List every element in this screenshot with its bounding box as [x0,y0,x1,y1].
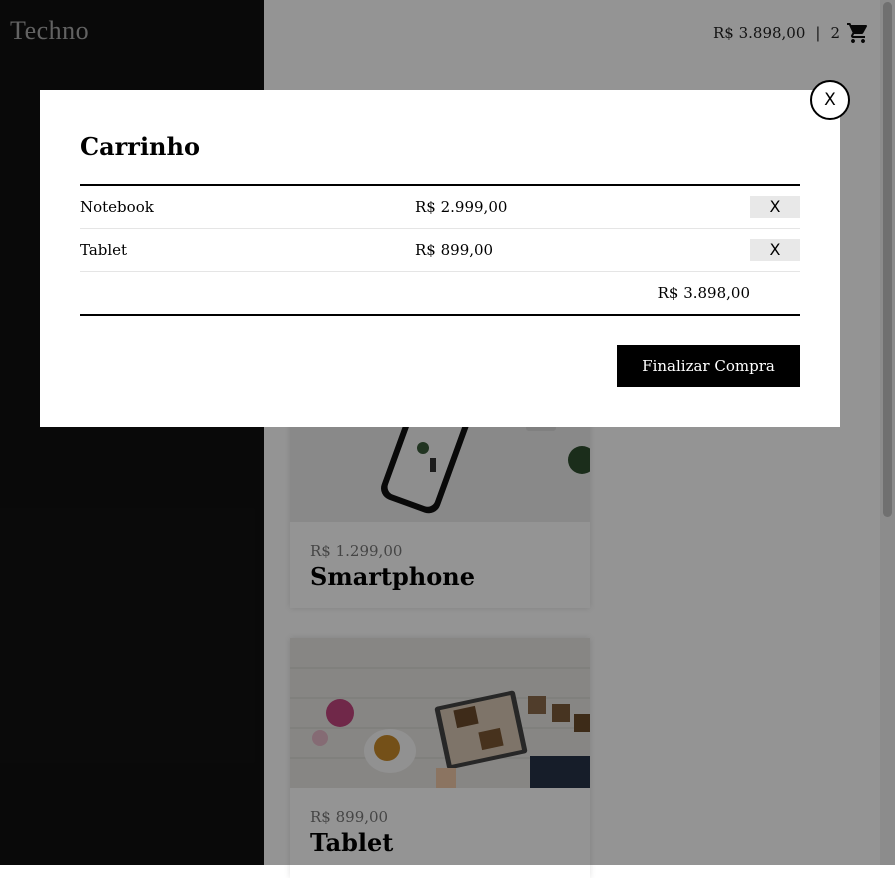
remove-item-button[interactable]: X [750,239,800,261]
cart-item-row: Tablet R$ 899,00 X [80,229,800,272]
cart-item-row: Notebook R$ 2.999,00 X [80,186,800,229]
cart-modal: Carrinho Notebook R$ 2.999,00 X Tablet R… [40,90,840,427]
modal-title: Carrinho [80,132,200,161]
cart-item-name: Tablet [80,241,128,259]
cart-total-value: R$ 3.898,00 [657,284,750,302]
cart-item-name: Notebook [80,198,154,216]
cart-total-row: R$ 3.898,00 [80,272,800,314]
cart-item-price: R$ 2.999,00 [415,198,508,216]
remove-item-button[interactable]: X [750,196,800,218]
cart-item-price: R$ 899,00 [415,241,494,259]
finalize-purchase-button[interactable]: Finalizar Compra [617,345,800,387]
close-modal-button[interactable]: X [810,80,850,120]
cart-table: Notebook R$ 2.999,00 X Tablet R$ 899,00 … [80,184,800,316]
